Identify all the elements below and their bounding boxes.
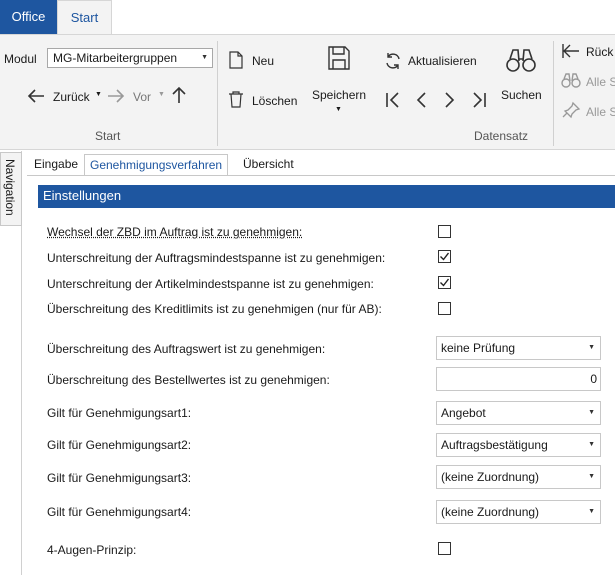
forward-arrow-icon[interactable] — [106, 87, 126, 108]
navigation-tab[interactable]: Navigation — [0, 152, 22, 226]
four-eyes-label: 4-Augen-Prinzip: — [47, 543, 136, 557]
tab-eingabe[interactable]: Eingabe — [34, 154, 78, 176]
tab-office[interactable]: Office — [0, 0, 57, 34]
chevron-down-icon: ▼ — [588, 466, 595, 488]
order-value-label: Überschreitung des Auftragswert ist zu g… — [47, 342, 325, 356]
section-header: Einstellungen — [38, 185, 615, 208]
ribbon-divider — [217, 41, 218, 146]
modul-label: Modul — [4, 52, 37, 66]
refresh-icon — [384, 52, 402, 73]
forward-dropdown-icon[interactable]: ▼ — [158, 91, 165, 98]
return-arrow-icon — [561, 42, 581, 63]
delete-button[interactable]: Löschen — [252, 94, 297, 108]
approval-type-1-select[interactable]: Angebot ▼ — [436, 401, 601, 425]
credit-limit-label: Überschreitung des Kreditlimits ist zu g… — [47, 302, 382, 316]
zbd-change-checkbox[interactable] — [438, 225, 451, 238]
chevron-down-icon: ▼ — [588, 434, 595, 456]
group-label-start: Start — [95, 129, 120, 143]
trash-icon — [227, 90, 245, 111]
navigation-label: Navigation — [3, 159, 17, 216]
zbd-change-label: Wechsel der ZBD im Auftrag ist zu genehm… — [47, 225, 302, 239]
up-arrow-icon[interactable] — [170, 85, 188, 108]
ribbon-tab-bar: Office Start — [0, 0, 615, 35]
approval-type-1-value: Angebot — [441, 406, 486, 420]
order-value-select[interactable]: keine Prüfung ▼ — [436, 336, 601, 360]
search-button[interactable]: Suchen — [501, 88, 542, 102]
chevron-down-icon: ▼ — [588, 402, 595, 424]
modul-select[interactable]: MG-Mitarbeitergruppen ▼ — [47, 48, 213, 68]
new-document-icon — [228, 51, 244, 72]
binoculars-small-icon — [561, 72, 581, 91]
tab-genehmigungsverfahren[interactable]: Genehmigungsverfahren — [84, 154, 228, 176]
article-margin-label: Unterschreitung der Artikelmindestspanne… — [47, 277, 374, 291]
order-margin-checkbox[interactable] — [438, 250, 451, 263]
approval-type-4-select[interactable]: (keine Zuordnung) ▼ — [436, 500, 601, 524]
back-button[interactable]: Zurück — [53, 90, 90, 104]
chevron-down-icon: ▼ — [588, 501, 595, 523]
checkmark-icon — [439, 277, 450, 288]
approval-type-3-value: (keine Zuordnung) — [441, 470, 539, 484]
save-disk-icon[interactable] — [327, 45, 351, 74]
search-all-button[interactable]: Alle S — [586, 75, 615, 89]
chevron-down-icon: ▼ — [201, 49, 208, 67]
approval-type-3-select[interactable]: (keine Zuordnung) ▼ — [436, 465, 601, 489]
pin-icon — [561, 101, 581, 122]
credit-limit-checkbox[interactable] — [438, 302, 451, 315]
last-record-icon[interactable] — [471, 91, 487, 112]
back-arrow-icon[interactable] — [26, 87, 46, 108]
tab-start[interactable]: Start — [57, 0, 112, 35]
four-eyes-checkbox[interactable] — [438, 542, 451, 555]
approval-type-1-label: Gilt für Genehmigungsart1: — [47, 406, 191, 420]
pin-all-button[interactable]: Alle S — [586, 105, 615, 119]
checkmark-icon — [439, 251, 450, 262]
order-margin-label: Unterschreitung der Auftragsmindestspann… — [47, 251, 385, 265]
purchase-value-input[interactable]: 0 — [436, 367, 601, 391]
group-label-datensatz: Datensatz — [474, 129, 528, 143]
approval-type-2-value: Auftragsbestätigung — [441, 438, 548, 452]
approval-type-4-value: (keine Zuordnung) — [441, 505, 539, 519]
approval-type-2-label: Gilt für Genehmigungsart2: — [47, 438, 191, 452]
next-record-icon[interactable] — [443, 91, 457, 112]
new-button[interactable]: Neu — [252, 54, 274, 68]
purchase-value-label: Überschreitung des Bestellwertes ist zu … — [47, 373, 330, 387]
article-margin-checkbox[interactable] — [438, 276, 451, 289]
back-dropdown-icon[interactable]: ▼ — [95, 91, 102, 98]
tab-uebersicht[interactable]: Übersicht — [243, 154, 294, 176]
binoculars-icon[interactable] — [505, 47, 537, 76]
first-record-icon[interactable] — [385, 91, 401, 112]
approval-type-3-label: Gilt für Genehmigungsart3: — [47, 471, 191, 485]
save-dropdown-icon[interactable]: ▼ — [335, 106, 342, 113]
order-value-select-value: keine Prüfung — [441, 341, 515, 355]
save-button[interactable]: Speichern — [312, 88, 366, 102]
ribbon: Modul MG-Mitarbeitergruppen ▼ Zurück ▼ V… — [0, 34, 615, 150]
refresh-button[interactable]: Aktualisieren — [408, 54, 477, 68]
chevron-down-icon: ▼ — [588, 337, 595, 359]
forward-button[interactable]: Vor — [133, 90, 151, 104]
return-button[interactable]: Rück — [586, 45, 613, 59]
tab-strip-divider — [27, 175, 615, 176]
approval-type-2-select[interactable]: Auftragsbestätigung ▼ — [436, 433, 601, 457]
previous-record-icon[interactable] — [414, 91, 428, 112]
ribbon-divider — [553, 41, 554, 146]
modul-select-value: MG-Mitarbeitergruppen — [53, 51, 177, 65]
approval-type-4-label: Gilt für Genehmigungsart4: — [47, 505, 191, 519]
